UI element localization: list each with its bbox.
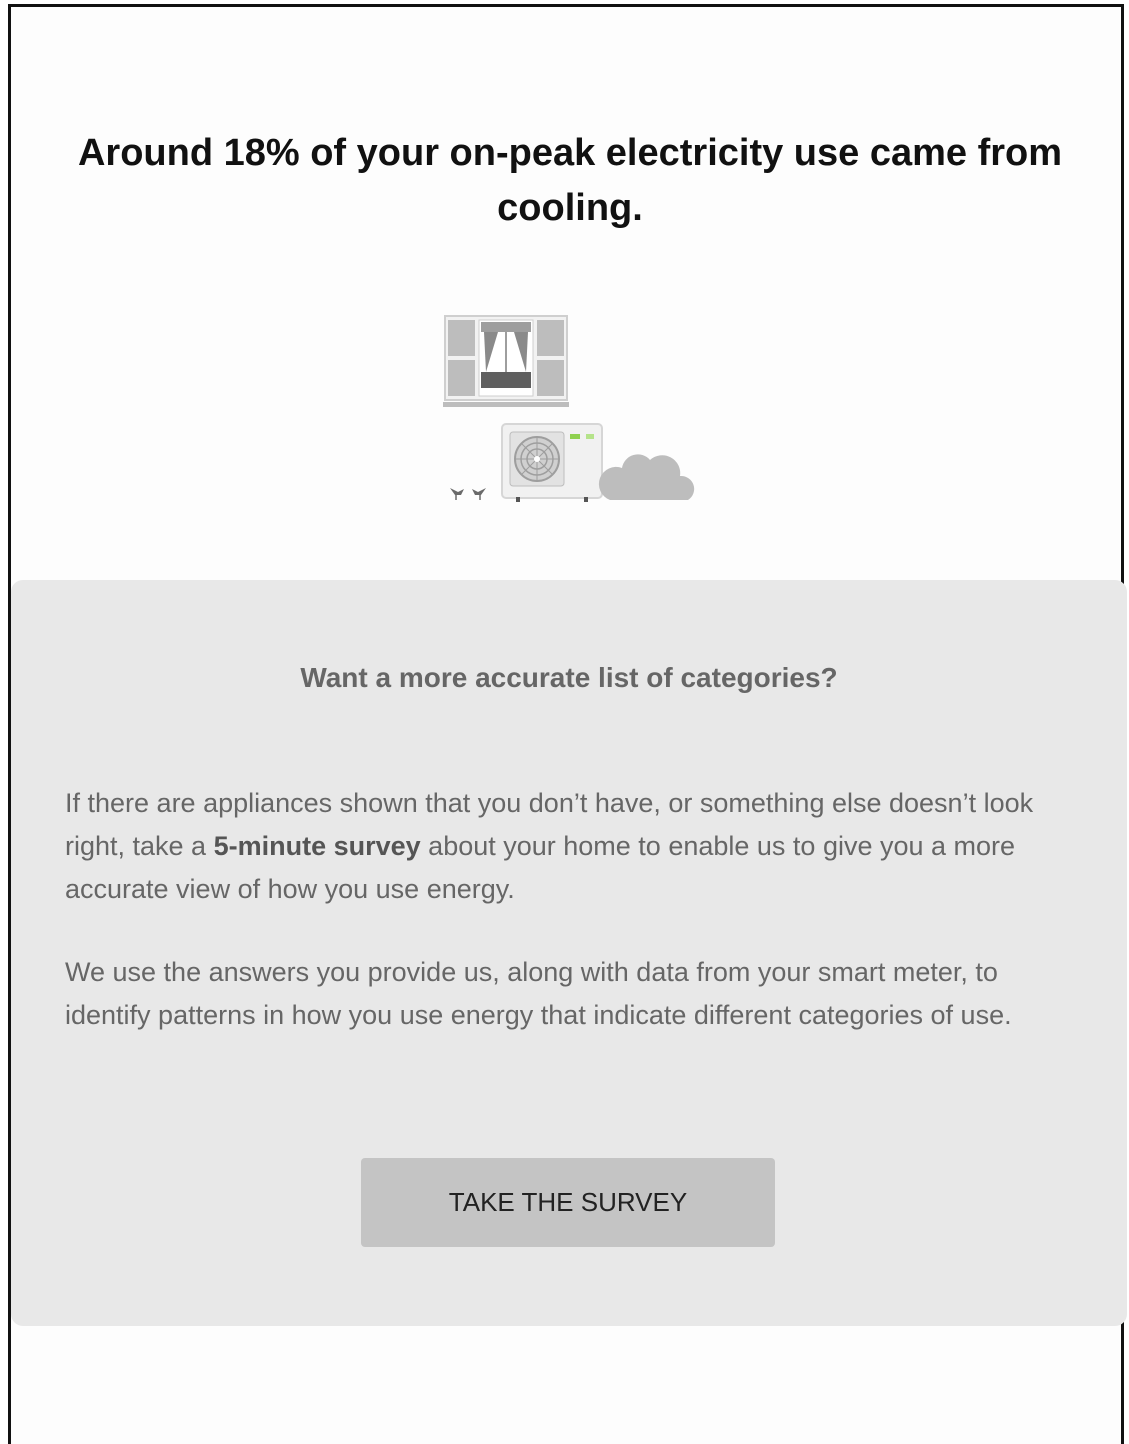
- bird-icon: [450, 488, 486, 500]
- survey-panel: Want a more accurate list of categories?…: [11, 580, 1127, 1326]
- survey-duration-highlight: 5-minute survey: [213, 831, 421, 861]
- survey-description: If there are appliances shown that you d…: [65, 782, 1065, 911]
- page-title: Around 18% of your on-peak electricity u…: [77, 132, 1063, 229]
- data-usage-explanation: We use the answers you provide us, along…: [65, 957, 1012, 1030]
- take-survey-button[interactable]: TAKE THE SURVEY: [361, 1158, 775, 1247]
- survey-panel-title: Want a more accurate list of categories?: [300, 662, 838, 693]
- cloud-icon: [598, 454, 695, 500]
- air-conditioner-icon: [501, 423, 603, 502]
- cooling-illustration: [443, 315, 695, 502]
- window-icon: [443, 315, 569, 407]
